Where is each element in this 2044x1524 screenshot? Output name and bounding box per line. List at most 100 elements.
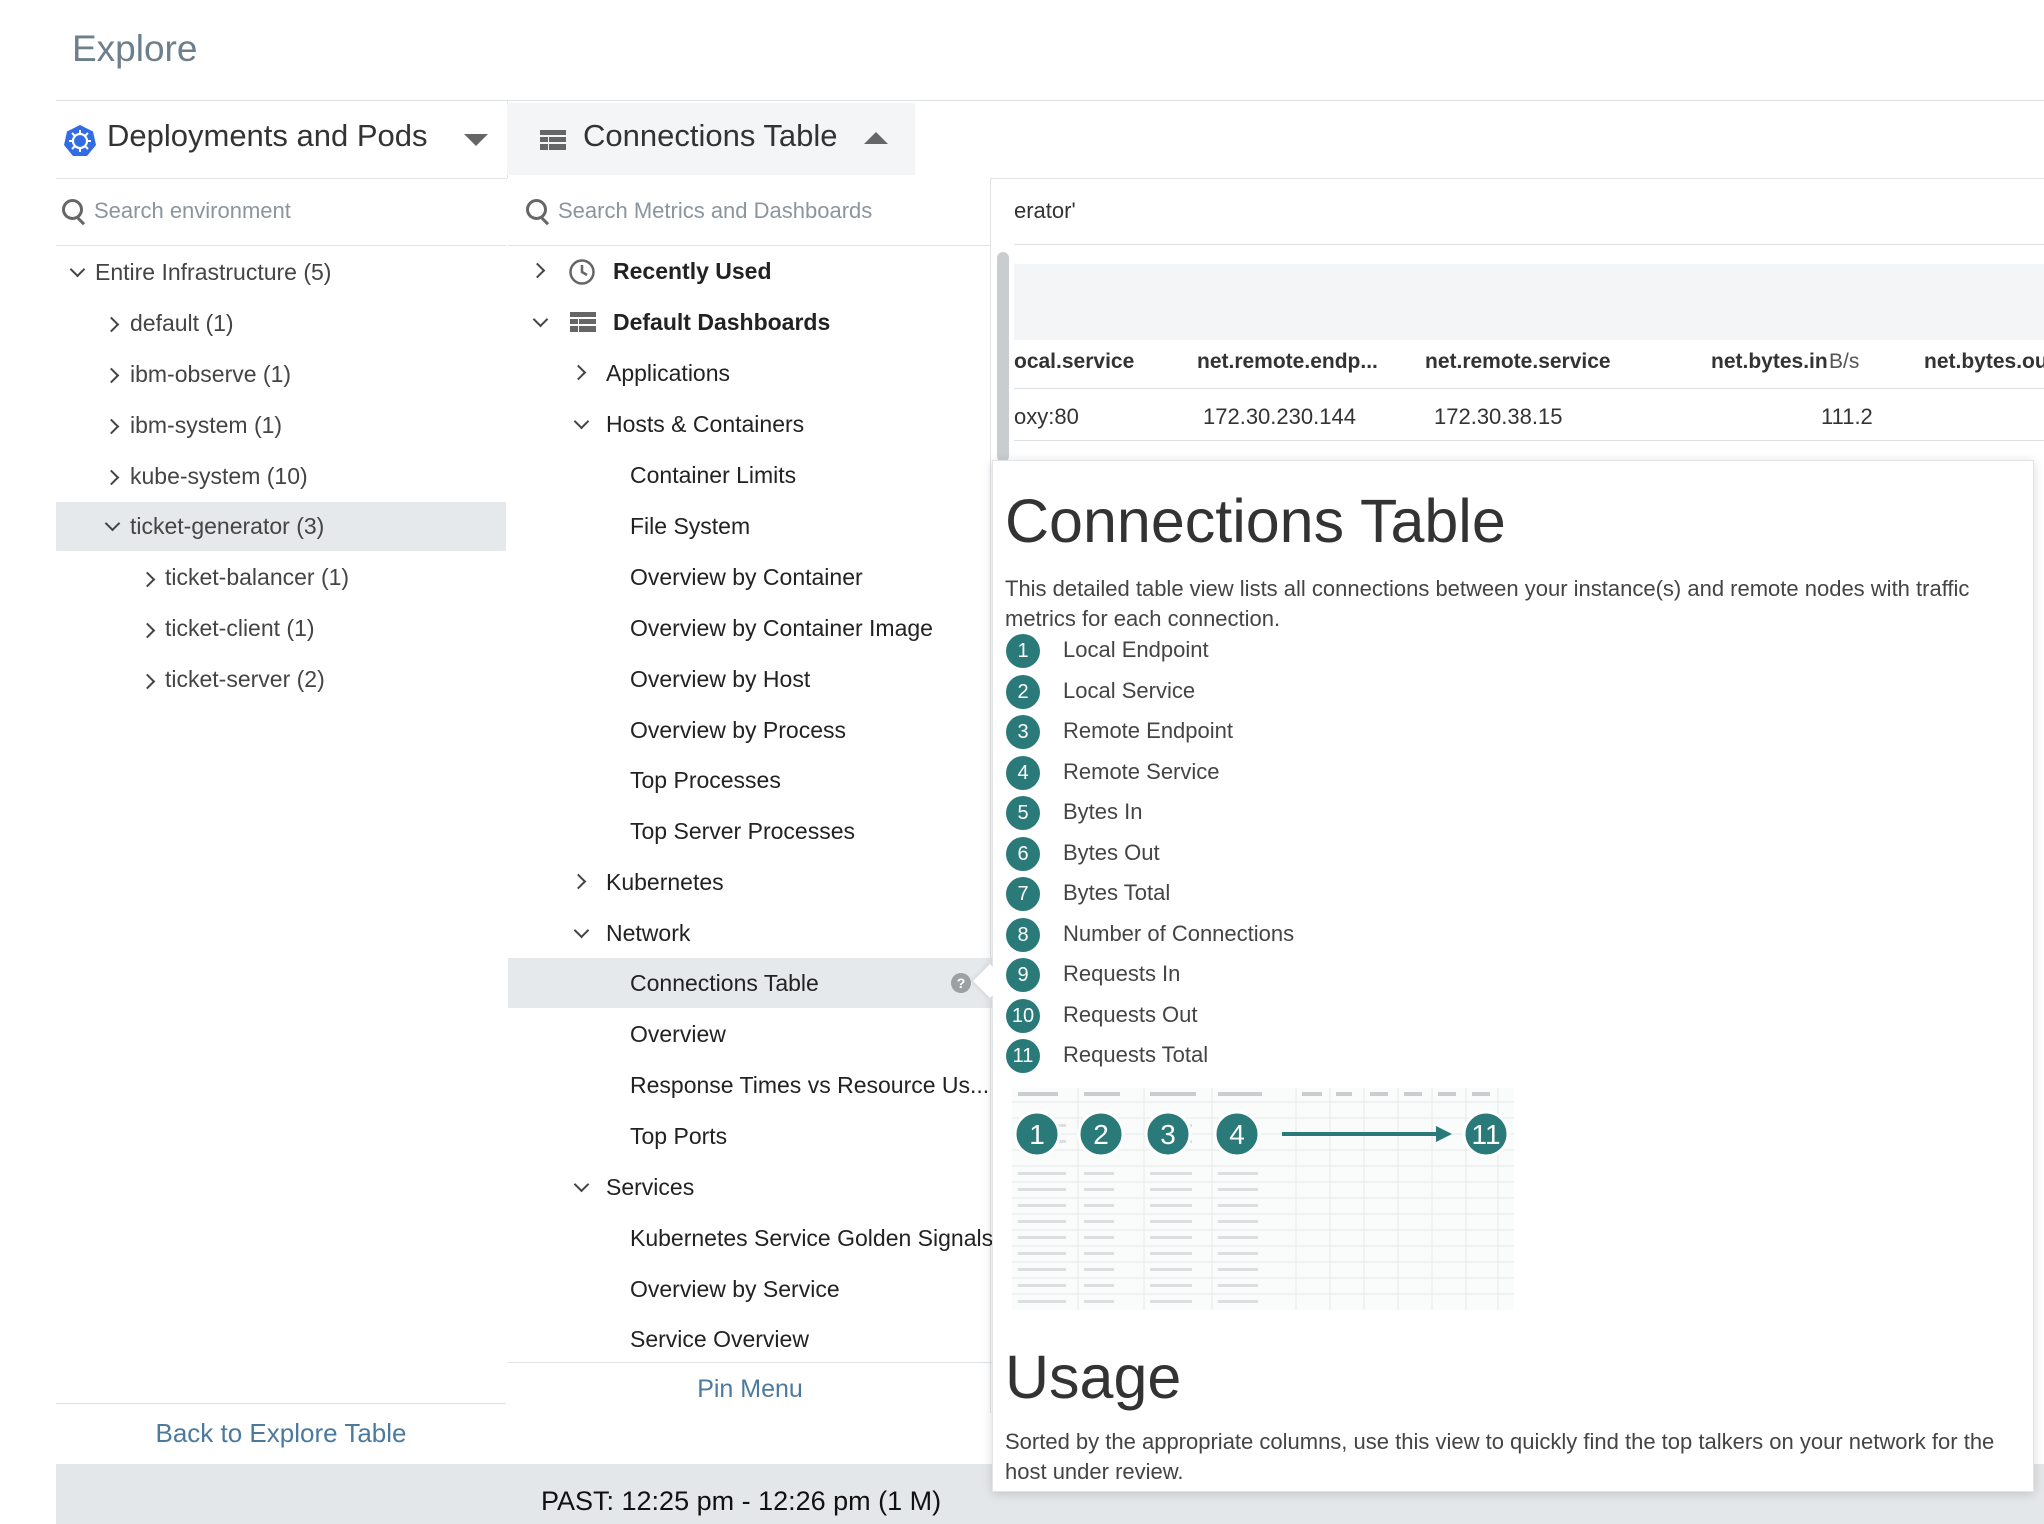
legend-label: Requests Out [1063, 1002, 1198, 1027]
tree-item-entire-infrastructure[interactable]: Entire Infrastructure (5) [95, 248, 331, 296]
tree-item-ticket-generator[interactable]: ticket-generator (3) [130, 502, 324, 550]
number-badge: 8 [1006, 918, 1040, 952]
chevron-right-icon[interactable] [103, 367, 120, 384]
tooltip-description: This detailed table view lists all conne… [1005, 576, 1970, 631]
svg-text:1: 1 [1029, 1119, 1045, 1150]
menu-scrollbar[interactable] [997, 252, 1009, 462]
number-badge: 9 [1006, 958, 1040, 992]
menu-item-top-server-processes[interactable]: Top Server Processes [630, 806, 855, 856]
number-badge: 10 [1006, 999, 1040, 1033]
table-cell: oxy:80 [1014, 404, 1079, 429]
column-header[interactable]: net.remote.endp... [1197, 350, 1378, 374]
column-header[interactable]: net.bytes.in [1711, 350, 1828, 374]
menu-item-overview-by-host[interactable]: Overview by Host [630, 654, 810, 704]
table-cell: 172.30.230.144 [1203, 404, 1356, 429]
legend-label: Bytes Out [1063, 840, 1160, 865]
tree-item-ibm-system[interactable]: ibm-system (1) [130, 401, 282, 449]
caret-down-icon[interactable] [464, 134, 488, 146]
menu-item-applications[interactable]: Applications [606, 348, 730, 398]
legend-label: Bytes In [1063, 799, 1143, 824]
tree-item-ibm-observe[interactable]: ibm-observe (1) [130, 350, 291, 398]
column-header[interactable]: net.bytes.ou [1924, 350, 2044, 374]
menu-item-container-limits[interactable]: Container Limits [630, 450, 796, 500]
preview-badge-3: 3 [1144, 1110, 1192, 1158]
menu-item-overview-by-process[interactable]: Overview by Process [630, 705, 846, 755]
tree-item-ticket-balancer[interactable]: ticket-balancer (1) [165, 553, 349, 601]
dashboard-title[interactable]: Connections Table [583, 118, 838, 154]
number-badge: 1 [1006, 634, 1040, 668]
menu-item-overview[interactable]: Overview [630, 1009, 726, 1059]
menu-item-services[interactable]: Services [606, 1162, 694, 1212]
number-badge: 5 [1006, 796, 1040, 830]
preview-badge-2: 2 [1077, 1110, 1125, 1158]
menu-item-kubernetes-service-golden-signals[interactable]: Kubernetes Service Golden Signals [630, 1213, 993, 1263]
header-row-divider [1014, 388, 2044, 389]
kubernetes-icon [64, 125, 96, 156]
number-badge: 11 [1006, 1039, 1040, 1073]
tree-item-ticket-server[interactable]: ticket-server (2) [165, 655, 325, 703]
column-header[interactable]: ocal.service [1014, 350, 1134, 374]
menu-item-hosts-containers[interactable]: Hosts & Containers [606, 399, 804, 449]
menu-item-connections-table[interactable]: Connections Table [630, 958, 819, 1008]
metrics-search-input[interactable]: Search Metrics and Dashboards [558, 198, 872, 224]
chevron-right-icon[interactable] [103, 316, 120, 333]
chevron-right-icon[interactable] [139, 622, 156, 639]
legend-label: Remote Service [1063, 759, 1220, 784]
menu-item-network[interactable]: Network [606, 908, 690, 958]
column-header[interactable]: net.remote.service [1425, 350, 1611, 374]
chevron-right-icon[interactable] [103, 418, 120, 435]
preview-badge-1: 1 [1013, 1110, 1061, 1158]
search-icon [62, 199, 90, 227]
search-icon [526, 199, 554, 227]
pin-menu-button[interactable]: Pin Menu [508, 1362, 992, 1415]
menu-item-top-processes[interactable]: Top Processes [630, 755, 781, 805]
menu-item-overview-by-container-image[interactable]: Overview by Container Image [630, 603, 933, 653]
svg-text:4: 4 [1229, 1119, 1245, 1150]
number-badge: 2 [1006, 675, 1040, 709]
table-cell: 172.30.38.15 [1434, 404, 1563, 429]
preview-badge-4: 4 [1213, 1110, 1261, 1158]
svg-text:3: 3 [1160, 1119, 1176, 1150]
svg-text:2: 2 [1093, 1119, 1109, 1150]
legend-label: Remote Endpoint [1063, 718, 1233, 743]
menu-item-kubernetes[interactable]: Kubernetes [606, 857, 724, 907]
menu-item-response-times[interactable]: Response Times vs Resource Us... [630, 1060, 989, 1110]
title-divider [56, 100, 2044, 101]
chevron-down-icon[interactable] [69, 261, 86, 278]
header-divider [56, 178, 2044, 179]
page-title: Explore [72, 28, 198, 69]
menu-item-file-system[interactable]: File System [630, 501, 750, 551]
table-icon [540, 130, 566, 150]
legend-label: Local Service [1063, 678, 1196, 703]
menu-item-service-overview[interactable]: Service Overview [630, 1314, 809, 1364]
tooltip-title: Connections Table [1005, 487, 1506, 555]
usage-text: Sorted by the appropriate columns, use t… [1005, 1429, 1995, 1484]
legend-label: Requests In [1063, 961, 1181, 986]
time-range-label[interactable]: PAST: 12:25 pm - 12:26 pm (1 M) [541, 1486, 941, 1517]
table-icon [570, 312, 596, 332]
chevron-right-icon[interactable] [139, 673, 156, 690]
legend-label: Bytes Total [1063, 880, 1171, 905]
number-badge: 6 [1006, 837, 1040, 871]
help-icon[interactable]: ? [951, 973, 971, 993]
caret-up-icon[interactable] [864, 132, 888, 144]
connections-table-preview-image: 1 2 3 4 11 [1012, 1088, 1514, 1310]
environment-search-placeholder: Search environment [94, 198, 291, 223]
chevron-right-icon[interactable] [139, 571, 156, 588]
number-badge: 4 [1006, 756, 1040, 790]
menu-item-overview-by-service[interactable]: Overview by Service [630, 1264, 840, 1314]
scope-title[interactable]: Deployments and Pods [107, 118, 428, 154]
tree-item-kube-system[interactable]: kube-system (10) [130, 452, 308, 500]
tree-item-ticket-client[interactable]: ticket-client (1) [165, 604, 315, 652]
menu-item-overview-by-container[interactable]: Overview by Container [630, 552, 863, 602]
legend-label: Requests Total [1063, 1042, 1209, 1067]
table-row-divider [1014, 440, 2044, 441]
menu-item-recently-used[interactable]: Recently Used [613, 246, 772, 296]
chevron-right-icon[interactable] [103, 469, 120, 486]
table-toolbar [1014, 264, 2044, 340]
menu-item-default-dashboards[interactable]: Default Dashboards [613, 297, 830, 347]
tree-item-default[interactable]: default (1) [130, 299, 234, 347]
preview-badge-11: 11 [1462, 1110, 1510, 1158]
back-to-explore-table-button[interactable]: Back to Explore Table [56, 1404, 506, 1462]
menu-item-top-ports[interactable]: Top Ports [630, 1111, 727, 1161]
